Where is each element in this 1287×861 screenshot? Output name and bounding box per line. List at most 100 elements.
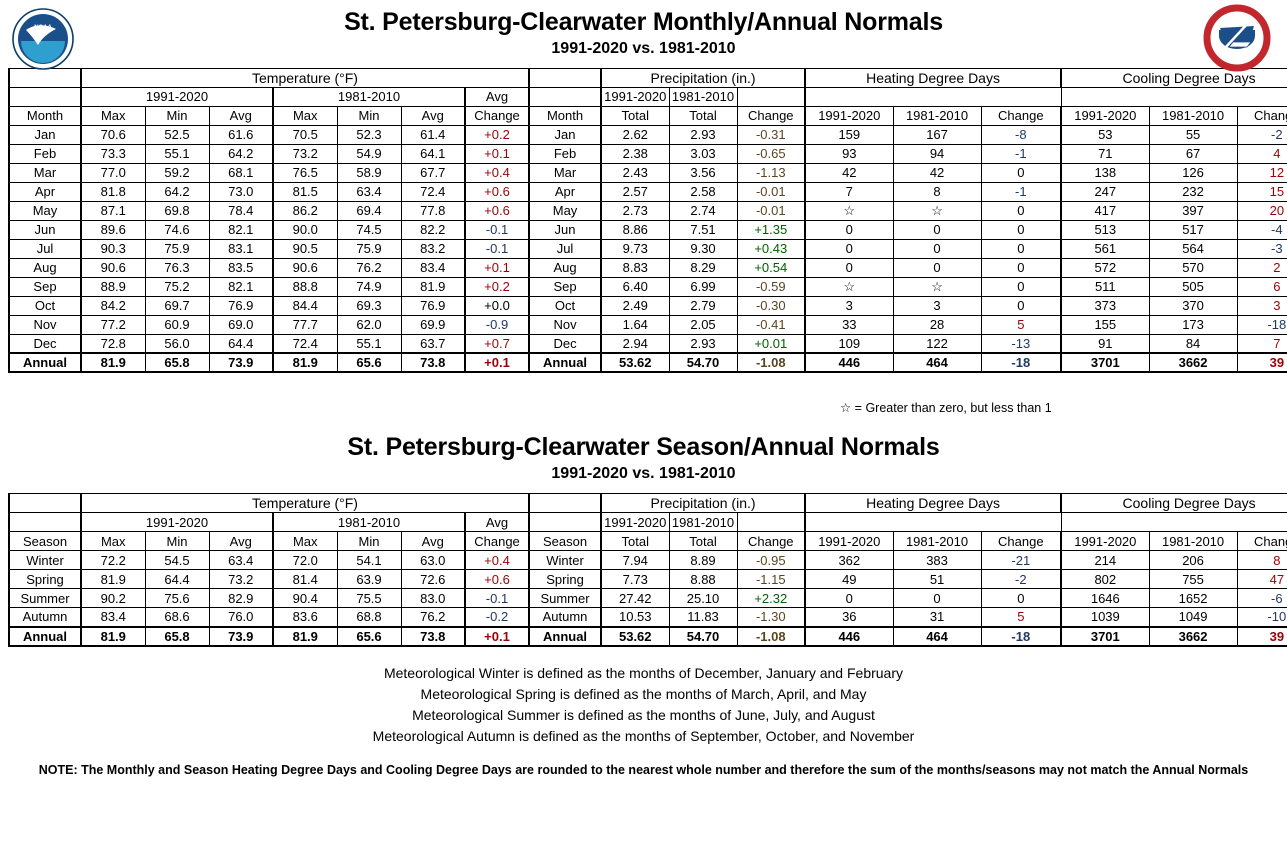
column-header-cdd-new-s: 1991-2020 xyxy=(1060,531,1150,551)
season-label: Annual xyxy=(8,625,82,647)
month-label: Feb xyxy=(8,143,82,164)
season-definitions: Meteorological Winter is defined as the … xyxy=(0,663,1287,747)
column-header-precip-new: Total xyxy=(600,105,670,126)
heating-spacer xyxy=(804,86,1062,107)
page-subtitle: 1991-2020 vs. 1981-2010 xyxy=(551,39,736,57)
column-header-season: Season xyxy=(8,531,82,551)
table-row: Jan 70.6 52.5 61.6 70.5 52.3 61.4 +0.2 Jan 2.62 2.… xyxy=(8,124,1287,145)
season-label-2: Autumn xyxy=(528,607,602,627)
group-header-cooling-s: Cooling Degree Days xyxy=(1060,493,1287,513)
month-label-2: Aug xyxy=(528,257,602,278)
column-header-month: Month xyxy=(8,105,82,126)
column-header-temp-new-max-s: Max xyxy=(80,531,146,551)
season-label-2: Spring xyxy=(528,569,602,589)
column-header-hdd-new: 1991-2020 xyxy=(804,105,894,126)
table-row: Summer 90.2 75.6 82.9 90.4 75.5 83.0 -0.1 Summer… xyxy=(8,588,1287,608)
season-label: Summer xyxy=(8,588,82,608)
note-winter: Meteorological Winter is defined as the … xyxy=(383,664,904,681)
table-row: Feb 73.3 55.1 64.2 73.2 54.9 64.1 +0.1 Feb 2.38 3.… xyxy=(8,143,1287,164)
table-row: Nov 77.2 60.9 69.0 77.7 62.0 69.9 -0.9 Nov 1.64 2.… xyxy=(8,314,1287,335)
season-label-2: Annual xyxy=(528,625,602,647)
month-label-2: Sep xyxy=(528,276,602,297)
column-header-cdd-new: 1991-2020 xyxy=(1060,105,1150,126)
column-header-temp-new-min-s: Min xyxy=(144,531,210,551)
corner-cell-2 xyxy=(528,67,602,88)
month-label-2: May xyxy=(528,200,602,221)
column-header-hdd-change: Change xyxy=(980,105,1063,126)
period-header-old-precip-s: 1981-2010 xyxy=(668,512,738,532)
month-label-2: Annual xyxy=(528,352,602,374)
group-header-heating-s: Heating Degree Days xyxy=(804,493,1063,513)
table-row: May 87.1 69.8 78.4 86.2 69.4 77.8 +0.6 May 2.73 2.… xyxy=(8,200,1287,221)
nws-logo-icon xyxy=(1203,4,1271,72)
table-row: Jul 90.3 75.9 83.1 90.5 75.9 83.2 -0.1 Jul 9.73 9.… xyxy=(8,238,1287,259)
column-header-temp-old-avg-s: Avg xyxy=(400,531,466,551)
period-header-new-precip-s: 1991-2020 xyxy=(600,512,670,532)
month-label: May xyxy=(8,200,82,221)
table-row: Dec 72.8 56.0 64.4 72.4 55.1 63.7 +0.7 Dec 2.94 2.… xyxy=(8,333,1287,354)
spacer-cell xyxy=(8,86,82,107)
table-row: Apr 81.8 64.2 73.0 81.5 63.4 72.4 +0.6 Apr 2.57 2.… xyxy=(8,181,1287,202)
column-header-temp-new-min: Min xyxy=(144,105,210,126)
period-header-old-precip: 1981-2010 xyxy=(668,86,738,107)
column-header-temp-new-avg: Avg xyxy=(208,105,274,126)
corner-cell-s2 xyxy=(528,493,602,513)
table-row: Oct 84.2 69.7 76.9 84.4 69.3 76.9 +0.0 Oct 2.49 2.… xyxy=(8,295,1287,316)
page-title-block-2: St. Petersburg-Clearwater Season/Annual … xyxy=(0,425,1287,483)
column-header-hdd-new-s: 1991-2020 xyxy=(804,531,894,551)
column-header-hdd-old: 1981-2010 xyxy=(892,105,982,126)
month-label: Jan xyxy=(8,124,82,145)
season-label: Autumn xyxy=(8,607,82,627)
column-header-temp-change: Change xyxy=(463,105,531,126)
note-spring: Meteorological Spring is defined as the … xyxy=(420,685,867,702)
seasonal-table-body: Winter 72.2 54.5 63.4 72.0 54.1 63.0 +0.4 Winter… xyxy=(8,550,1287,647)
season-label-2: Winter xyxy=(528,550,602,570)
spacer-cell-s2 xyxy=(528,512,602,532)
table-row: Sep 88.9 75.2 82.1 88.8 74.9 81.9 +0.2 Sep 6.40 6.… xyxy=(8,276,1287,297)
table-row: Annual 81.9 65.8 73.9 81.9 65.6 73.8 +0.1 Annual… xyxy=(8,625,1287,647)
page-subtitle-2: 1991-2020 vs. 1981-2010 xyxy=(551,465,736,482)
month-label-2: Mar xyxy=(528,162,602,183)
page-title: St. Petersburg-Clearwater Monthly/Annual… xyxy=(344,8,943,36)
column-header-cdd-change-s: Change xyxy=(1236,531,1287,551)
star-footnote: ☆ = Greater than zero, but less than 1 xyxy=(840,401,1052,415)
season-label: Winter xyxy=(8,550,82,570)
month-label: Jul xyxy=(8,238,82,259)
precip-change-spacer-s xyxy=(736,512,807,532)
page-title-block: St. Petersburg-Clearwater Monthly/Annual… xyxy=(0,0,1287,58)
month-label: Mar xyxy=(8,162,82,183)
period-header-new-precip: 1991-2020 xyxy=(600,86,670,107)
column-header-temp-old-min: Min xyxy=(336,105,402,126)
spacer-cell-2 xyxy=(528,86,602,107)
note-summer: Meteorological Summer is defined as the … xyxy=(412,706,875,723)
column-header-season-2: Season xyxy=(528,531,602,551)
month-label: Sep xyxy=(8,276,82,297)
column-header-hdd-old-s: 1981-2010 xyxy=(892,531,982,551)
group-header-precipitation: Precipitation (in.) xyxy=(600,67,807,88)
period-header-new-temp: 1991-2020 xyxy=(80,86,274,107)
column-header-temp-old-min-s: Min xyxy=(336,531,402,551)
cooling-spacer xyxy=(1060,86,1287,107)
cooling-spacer-s xyxy=(1060,512,1287,532)
table-row: Autumn 83.4 68.6 76.0 83.6 68.8 76.2 -0.2 Autumn… xyxy=(8,607,1287,627)
monthly-normals-table: Temperature (°F) Precipitation (in.) Hea… xyxy=(8,67,1287,374)
month-label: Annual xyxy=(8,352,82,374)
column-header-cdd-old: 1981-2010 xyxy=(1148,105,1238,126)
column-header-month-2: Month xyxy=(528,105,602,126)
month-label-2: Jul xyxy=(528,238,602,259)
spacer-cell-s xyxy=(8,512,82,532)
column-header-precip-change: Change xyxy=(736,105,807,126)
column-header-hdd-change-s: Change xyxy=(980,531,1063,551)
table-row: Winter 72.2 54.5 63.4 72.0 54.1 63.0 +0.4 Winter… xyxy=(8,550,1287,570)
month-label: Nov xyxy=(8,314,82,335)
table-row: Mar 77.0 59.2 68.1 76.5 58.9 67.7 +0.4 Mar 2.43 3.… xyxy=(8,162,1287,183)
column-header-temp-new-max: Max xyxy=(80,105,146,126)
rounding-note: NOTE: The Monthly and Season Heating Deg… xyxy=(38,762,1249,777)
column-header-precip-change-s: Change xyxy=(736,531,807,551)
svg-text:NOAA: NOAA xyxy=(34,25,52,31)
month-label-2: Apr xyxy=(528,181,602,202)
table-row: Spring 81.9 64.4 73.2 81.4 63.9 72.6 +0.6 Spring… xyxy=(8,569,1287,589)
month-label-2: Dec xyxy=(528,333,602,354)
column-header-temp-new-avg-s: Avg xyxy=(208,531,274,551)
month-label-2: Nov xyxy=(528,314,602,335)
